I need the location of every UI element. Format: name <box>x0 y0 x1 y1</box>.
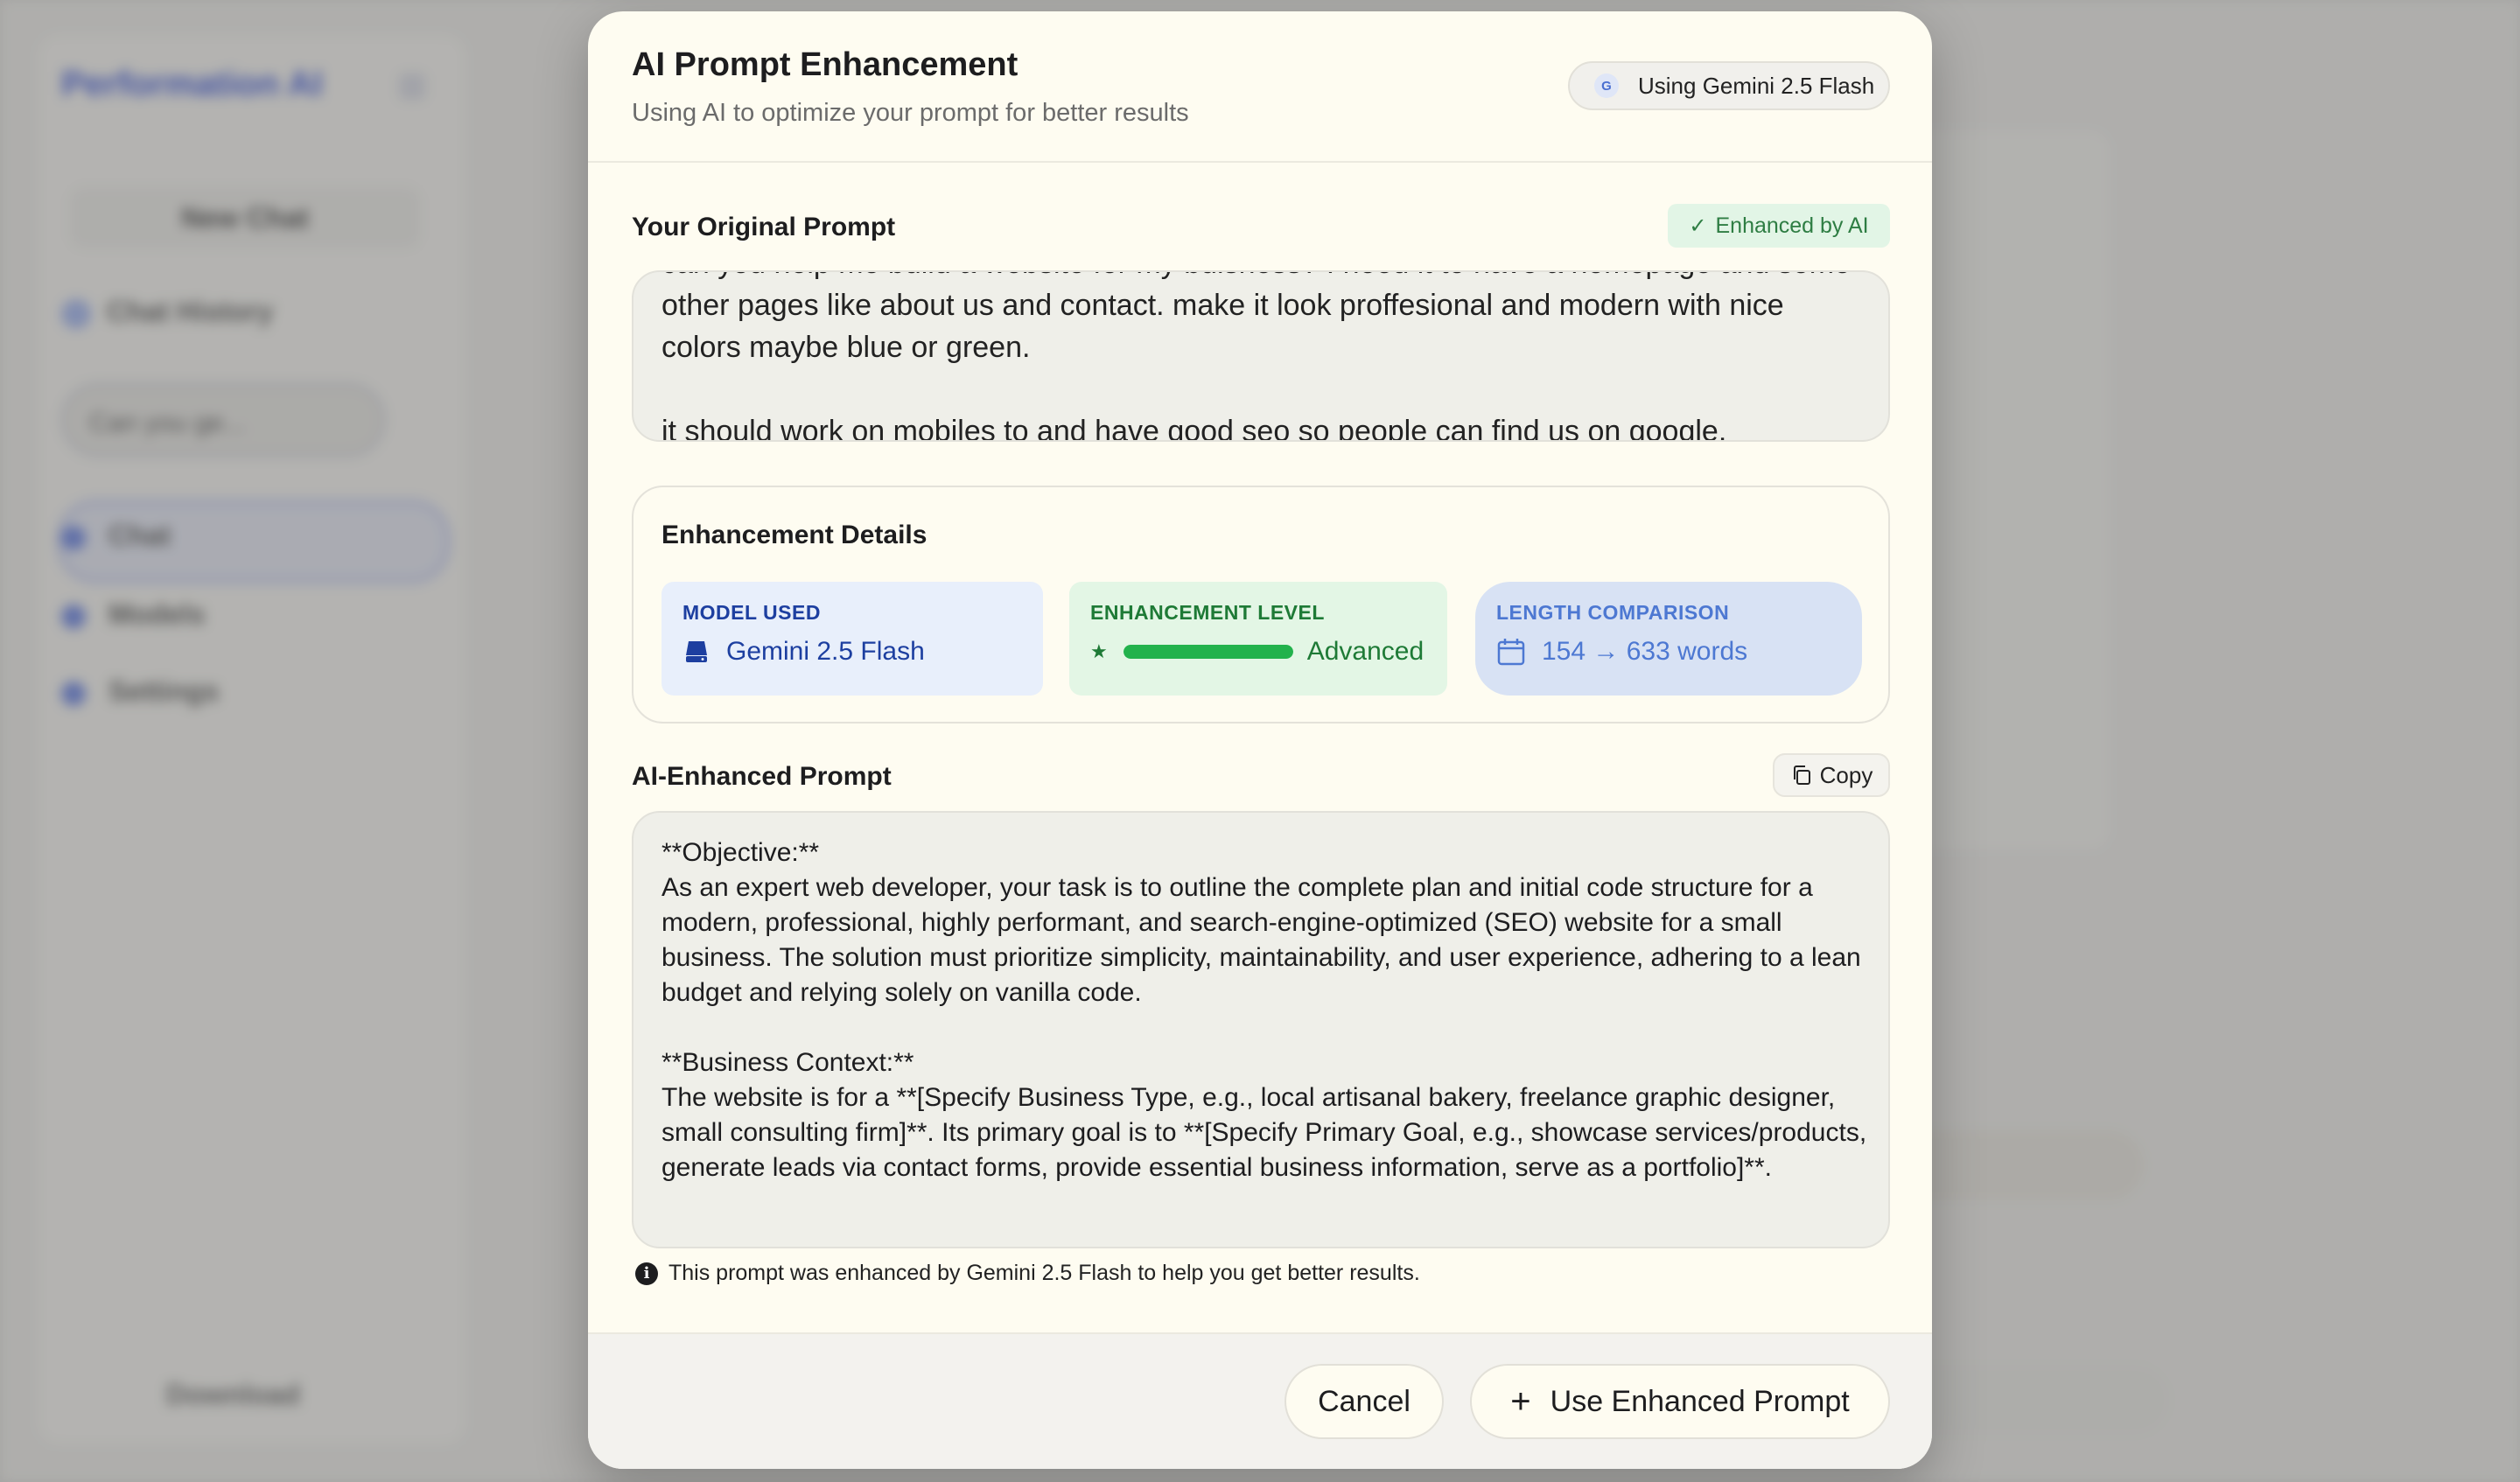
info-note-text: This prompt was enhanced by Gemini 2.5 F… <box>668 1261 1420 1285</box>
cancel-button-label: Cancel <box>1318 1384 1410 1418</box>
copy-icon <box>1793 765 1810 785</box>
enhanced-prompt-box[interactable]: **Objective:** As an expert web develope… <box>632 811 1890 1248</box>
length-comparison-stat: LENGTH COMPARISON 154 → 633 words <box>1475 582 1862 696</box>
enhancement-level-value: Advanced <box>1306 637 1424 666</box>
model-used-stat: MODEL USED Gemini 2.5 Flash <box>662 582 1043 696</box>
modal-header: AI Prompt Enhancement Using AI to optimi… <box>588 11 1932 163</box>
modal-subtitle: Using AI to optimize your prompt for bet… <box>632 99 1189 127</box>
model-badge: G Using Gemini 2.5 Flash <box>1568 61 1890 110</box>
enhancement-details-title: Enhancement Details <box>662 521 928 549</box>
modal-title: AI Prompt Enhancement <box>632 46 1018 83</box>
original-prompt-label: Your Original Prompt <box>632 213 896 241</box>
info-icon: i <box>635 1262 658 1285</box>
enhanced-prompt-label: AI-Enhanced Prompt <box>632 762 892 791</box>
calendar-icon <box>1497 639 1525 666</box>
star-icon: ★ <box>1090 640 1108 662</box>
enhanced-badge-label: Enhanced by AI <box>1715 213 1869 238</box>
enhancement-level-label: ENHANCEMENT LEVEL <box>1090 601 1325 624</box>
model-badge-label: Using Gemini 2.5 Flash <box>1638 72 1875 99</box>
enhancement-details-card: Enhancement Details MODEL USED Gemini 2.… <box>632 486 1890 724</box>
info-note: i This prompt was enhanced by Gemini 2.5… <box>635 1261 1420 1286</box>
check-icon: ✓ <box>1689 213 1707 238</box>
copy-button[interactable]: Copy <box>1773 753 1890 797</box>
length-comparison-label: LENGTH COMPARISON <box>1496 601 1730 624</box>
enhancement-level-value-row: ★ Advanced <box>1090 637 1426 667</box>
gemini-icon: G <box>1594 73 1619 98</box>
server-icon <box>686 641 707 662</box>
enhancement-level-bar-fill <box>1123 645 1293 659</box>
enhanced-badge: ✓ Enhanced by AI <box>1668 204 1890 248</box>
length-comparison-value-row: 154 → 633 words <box>1496 637 1841 667</box>
copy-button-label: Copy <box>1819 761 1873 788</box>
cancel-button[interactable]: Cancel <box>1284 1364 1444 1439</box>
model-used-value: Gemini 2.5 Flash <box>726 637 925 666</box>
prompt-enhancement-modal: AI Prompt Enhancement Using AI to optimi… <box>588 11 1932 1469</box>
enhancement-level-bar <box>1123 645 1293 659</box>
model-used-value-row: Gemini 2.5 Flash <box>682 637 1022 667</box>
model-used-label: MODEL USED <box>682 601 821 624</box>
length-comparison-value: 154 → 633 words <box>1542 637 1748 666</box>
use-enhanced-prompt-label: Use Enhanced Prompt <box>1550 1384 1850 1418</box>
original-prompt-text: can you help me build a website for my b… <box>662 272 1851 442</box>
use-enhanced-prompt-button[interactable]: + Use Enhanced Prompt <box>1470 1364 1890 1439</box>
plus-icon: + <box>1510 1382 1531 1421</box>
enhancement-level-stat: ENHANCEMENT LEVEL ★ Advanced <box>1069 582 1447 696</box>
enhanced-prompt-text: **Objective:** As an expert web develope… <box>662 838 1867 1182</box>
original-prompt-box[interactable]: can you help me build a website for my b… <box>632 270 1890 442</box>
